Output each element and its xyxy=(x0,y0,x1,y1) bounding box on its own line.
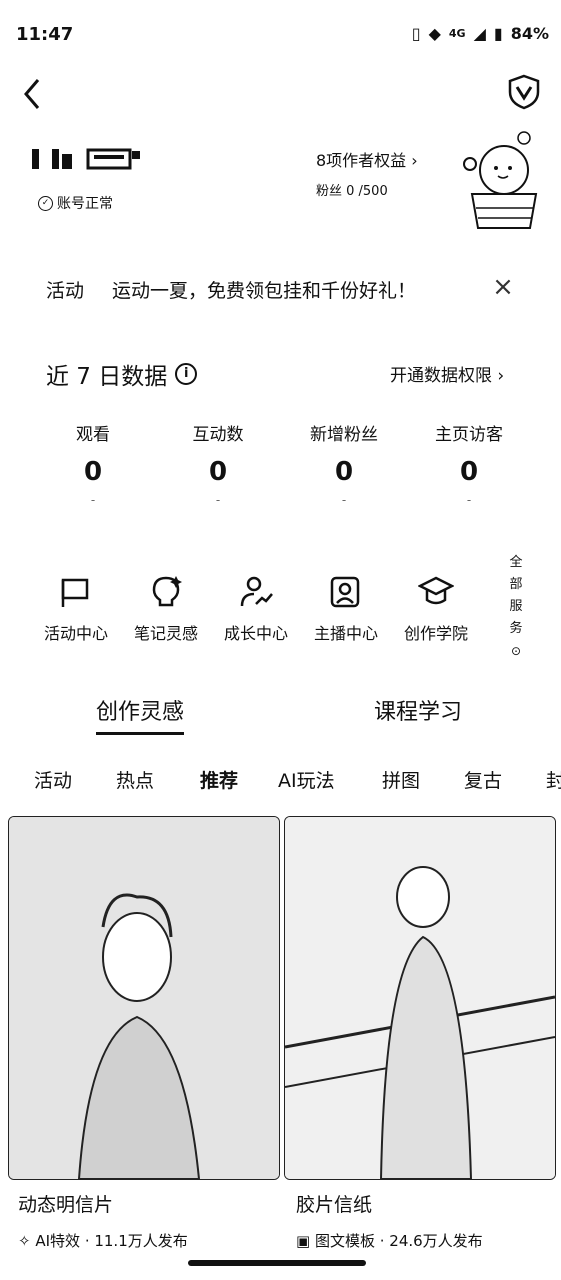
all-services-char: 务 xyxy=(509,621,523,636)
signal-icon: ◢ xyxy=(473,24,486,43)
stat-trend: - xyxy=(90,493,96,507)
vibrate-icon: ▯ xyxy=(411,24,421,43)
service-label: 成长中心 xyxy=(223,624,288,643)
battery-icon: ▮ xyxy=(493,24,503,43)
card-title: 胶片信纸 xyxy=(296,1194,373,1216)
stat-value: 0 xyxy=(208,457,228,487)
card-title: 动态明信片 xyxy=(18,1194,114,1216)
status-time: 11:47 xyxy=(16,24,74,45)
all-services-button[interactable]: 全 部 服 务 ⊙ xyxy=(496,552,536,662)
top-bar xyxy=(0,72,561,116)
card-meta-text: AI特效 · 11.1万人发布 xyxy=(35,1232,188,1250)
stat-value: 0 xyxy=(459,457,479,487)
stat-value: 0 xyxy=(334,457,354,487)
chevron-circle-right-icon: ⊙ xyxy=(510,644,522,658)
template-card[interactable] xyxy=(8,816,280,1180)
all-services-char: 全 xyxy=(509,555,523,570)
stat-trend: - xyxy=(341,493,347,507)
growth-icon xyxy=(238,574,274,610)
card-meta: ✧ AI特效 · 11.1万人发布 xyxy=(18,1230,188,1251)
tab-course-learning[interactable]: 课程学习 xyxy=(374,694,462,726)
service-note-inspiration[interactable]: 笔记灵感 xyxy=(121,574,211,644)
service-label: 笔记灵感 xyxy=(133,624,198,643)
back-icon[interactable] xyxy=(18,74,50,114)
all-services-char: 部 xyxy=(509,577,523,592)
stat-views[interactable]: 观看 0 - xyxy=(38,420,148,507)
stat-label: 新增粉丝 xyxy=(310,425,378,445)
status-bar: 11:47 ▯ ◆ 4G ◢ ▮ 84% xyxy=(0,0,561,70)
stat-label: 观看 xyxy=(76,425,110,445)
data-section-title: 近 7 日数据 i xyxy=(46,357,198,391)
stat-interactions[interactable]: 互动数 0 - xyxy=(163,420,273,507)
home-indicator[interactable] xyxy=(188,1260,366,1266)
fans-count: 粉丝 0 /500 xyxy=(316,184,388,199)
profile-name-redacted xyxy=(30,146,170,172)
category-collage[interactable]: 拼图 xyxy=(382,766,420,793)
activity-banner[interactable]: 活动 运动一夏，免费领包挂和千份好礼！ × xyxy=(0,262,561,314)
service-creator-academy[interactable]: 创作学院 xyxy=(391,574,481,644)
service-anchor-center[interactable]: 主播中心 xyxy=(301,574,391,644)
graduation-cap-icon xyxy=(417,574,455,610)
status-icons: ▯ ◆ 4G ◢ ▮ 84% xyxy=(412,24,549,43)
stat-trend: - xyxy=(215,493,221,507)
category-retro[interactable]: 复古 xyxy=(464,766,502,793)
category-ai-play[interactable]: AI玩法 xyxy=(278,766,335,793)
battery-level: 84% xyxy=(510,24,549,43)
card-image xyxy=(9,817,279,1179)
stat-trend: - xyxy=(466,493,472,507)
close-icon[interactable]: × xyxy=(488,272,518,302)
network-label: 4G xyxy=(448,27,466,40)
service-label: 主播中心 xyxy=(313,624,378,643)
tab-creation-inspiration[interactable]: 创作灵感 xyxy=(96,694,185,735)
category-hot[interactable]: 热点 xyxy=(116,766,154,793)
anchor-icon xyxy=(328,574,364,610)
category-tabs: 活动 热点 推荐 AI玩法 拼图 复古 封 xyxy=(0,762,561,796)
flag-icon xyxy=(58,574,94,610)
all-services-char: 服 xyxy=(509,599,523,614)
data-permission-link[interactable]: 开通数据权限 › xyxy=(390,361,504,386)
wifi-icon: ◆ xyxy=(428,24,441,43)
template-icon: ▣ xyxy=(296,1232,311,1250)
stat-home-visitors[interactable]: 主页访客 0 - xyxy=(414,420,524,507)
stat-value: 0 xyxy=(83,457,103,487)
service-growth-center[interactable]: 成长中心 xyxy=(211,574,301,644)
info-icon[interactable]: i xyxy=(175,363,198,385)
mascot-illustration xyxy=(448,124,548,234)
author-rights-link[interactable]: 8项作者权益 › xyxy=(316,147,418,171)
chevron-right-icon: › xyxy=(411,151,418,170)
service-activity-center[interactable]: 活动中心 xyxy=(31,574,121,644)
check-circle-icon: ✓ xyxy=(38,195,53,211)
data-permission-label: 开通数据权限 xyxy=(390,366,492,386)
category-activity[interactable]: 活动 xyxy=(34,766,72,793)
category-more[interactable]: 封 xyxy=(546,766,561,793)
account-status: ✓ 账号正常 xyxy=(38,193,113,213)
stat-label: 主页访客 xyxy=(435,425,503,445)
data-title-label: 近 7 日数据 xyxy=(46,364,168,390)
sparkle-icon: ✧ xyxy=(18,1232,31,1250)
service-label: 活动中心 xyxy=(43,624,108,643)
stat-new-fans[interactable]: 新增粉丝 0 - xyxy=(289,420,399,507)
template-card[interactable] xyxy=(284,816,556,1180)
stat-label: 互动数 xyxy=(192,425,244,445)
banner-text: 运动一夏，免费领包挂和千份好礼！ xyxy=(112,280,417,302)
shield-icon[interactable] xyxy=(507,74,541,110)
card-meta: ▣ 图文模板 · 24.6万人发布 xyxy=(296,1230,483,1251)
account-status-label: 账号正常 xyxy=(57,196,113,212)
card-meta-text: 图文模板 · 24.6万人发布 xyxy=(314,1232,483,1250)
chevron-right-icon: › xyxy=(497,366,505,386)
author-rights-label: 8项作者权益 xyxy=(316,151,407,170)
card-image xyxy=(285,817,555,1179)
bulb-icon xyxy=(148,574,184,610)
banner-tag: 活动 xyxy=(46,280,85,302)
category-recommend[interactable]: 推荐 xyxy=(200,766,238,793)
service-label: 创作学院 xyxy=(403,624,468,643)
